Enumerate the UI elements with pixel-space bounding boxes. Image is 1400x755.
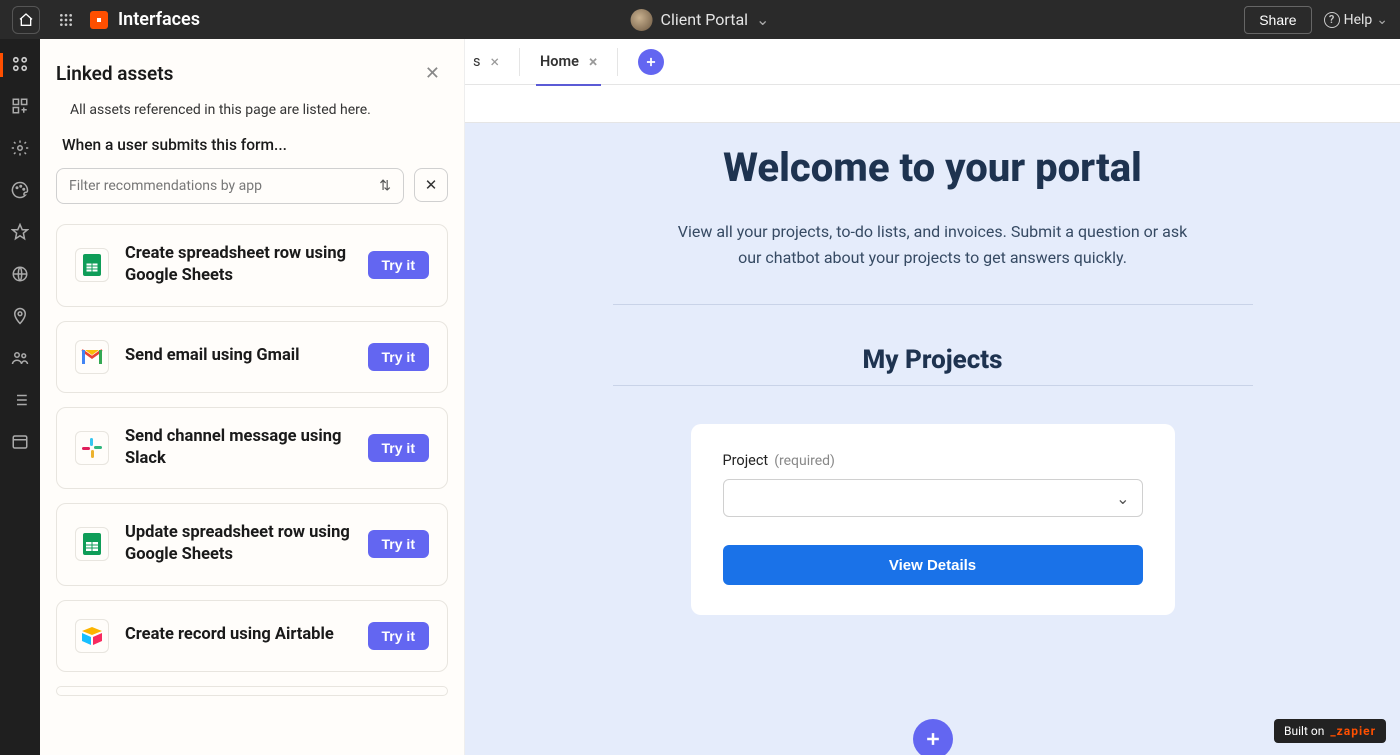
active-indicator [0, 53, 3, 77]
recommendation-card: Update spreadsheet row using Google Shee… [56, 503, 448, 586]
try-it-button[interactable]: Try it [368, 530, 429, 558]
toolbar-strip [465, 85, 1400, 123]
tab-home[interactable]: Home × [520, 39, 617, 85]
canvas: Welcome to your portal View all your pro… [465, 123, 1400, 755]
apps-grid-icon[interactable] [52, 6, 80, 34]
close-icon[interactable]: × [589, 52, 598, 71]
recommendation-card: Send channel message using Slack Try it [56, 407, 448, 490]
form-trigger-label: When a user submits this form... [56, 136, 448, 154]
rail-theme-icon[interactable] [9, 179, 31, 201]
avatar-icon [631, 9, 653, 31]
sheets-icon [75, 248, 109, 282]
panel-title: Linked assets [56, 62, 173, 85]
recommendation-list: Create spreadsheet row using Google Shee… [56, 224, 448, 696]
recommendation-card: Create record using Airtable Try it [56, 600, 448, 672]
project-form-card: Project(required) ⌄ View Details [691, 424, 1175, 615]
add-tab-button[interactable] [638, 49, 664, 75]
app-title: Interfaces [118, 9, 200, 30]
help-icon: ? [1324, 12, 1340, 28]
field-label: Project(required) [723, 452, 1143, 469]
divider [613, 304, 1253, 305]
divider [617, 48, 618, 76]
rail-globe-icon[interactable] [9, 263, 31, 285]
recommendation-card: Create spreadsheet row using Google Shee… [56, 224, 448, 307]
filter-recommendations-select[interactable]: Filter recommendations by app ⇅ [56, 168, 404, 204]
recommendation-card: Send email using Gmail Try it [56, 321, 448, 393]
try-it-button[interactable]: Try it [368, 343, 429, 371]
tabs-bar: s × Home × [465, 39, 1400, 85]
topbar: Interfaces Client Portal ⌄ Share ? Help … [0, 0, 1400, 39]
try-it-button[interactable]: Try it [368, 251, 429, 279]
sheets-icon [75, 527, 109, 561]
hero-title: Welcome to your portal [653, 145, 1213, 191]
airtable-icon [75, 619, 109, 653]
rail-users-icon[interactable] [9, 347, 31, 369]
filter-clear-button[interactable]: ✕ [414, 168, 448, 202]
close-icon[interactable]: × [490, 52, 499, 71]
rail-list-icon[interactable] [9, 389, 31, 411]
built-on-zapier-badge[interactable]: Built on _zapier [1274, 719, 1386, 743]
tab-partial[interactable]: s × [465, 39, 519, 85]
try-it-button[interactable]: Try it [368, 434, 429, 462]
updown-icon: ⇅ [379, 178, 391, 194]
add-component-button[interactable] [913, 719, 953, 755]
gmail-icon [75, 340, 109, 374]
help-menu[interactable]: ? Help ⌄ [1324, 12, 1388, 28]
panel-subtitle: All assets referenced in this page are l… [56, 102, 448, 118]
project-select[interactable]: ⌄ [723, 479, 1143, 517]
sidebar-rail [0, 39, 40, 755]
project-name: Client Portal [661, 10, 748, 29]
rail-pages-icon[interactable] [9, 53, 31, 75]
home-button[interactable] [12, 6, 40, 34]
rail-star-icon[interactable] [9, 221, 31, 243]
try-it-button[interactable]: Try it [368, 622, 429, 650]
rail-tables-icon[interactable] [9, 431, 31, 453]
slack-icon [75, 431, 109, 465]
hero-subtitle: View all your projects, to-do lists, and… [673, 219, 1193, 270]
section-title: My Projects [465, 345, 1400, 375]
project-switcher[interactable]: Client Portal ⌄ [631, 9, 770, 31]
view-details-button[interactable]: View Details [723, 545, 1143, 585]
rail-pin-icon[interactable] [9, 305, 31, 327]
content-area: s × Home × Welcome to your portal View a… [465, 39, 1400, 755]
divider [613, 385, 1253, 386]
rail-settings-icon[interactable] [9, 137, 31, 159]
chevron-down-icon: ⌄ [1116, 489, 1129, 508]
rail-components-icon[interactable] [9, 95, 31, 117]
chevron-down-icon: ⌄ [1376, 12, 1388, 28]
close-icon[interactable]: ✕ [417, 59, 448, 88]
zapier-logo-icon [90, 11, 108, 29]
recommendation-card [56, 686, 448, 696]
share-button[interactable]: Share [1244, 6, 1311, 34]
chevron-down-icon: ⌄ [756, 10, 769, 29]
linked-assets-panel: Linked assets ✕ All assets referenced in… [40, 39, 465, 755]
